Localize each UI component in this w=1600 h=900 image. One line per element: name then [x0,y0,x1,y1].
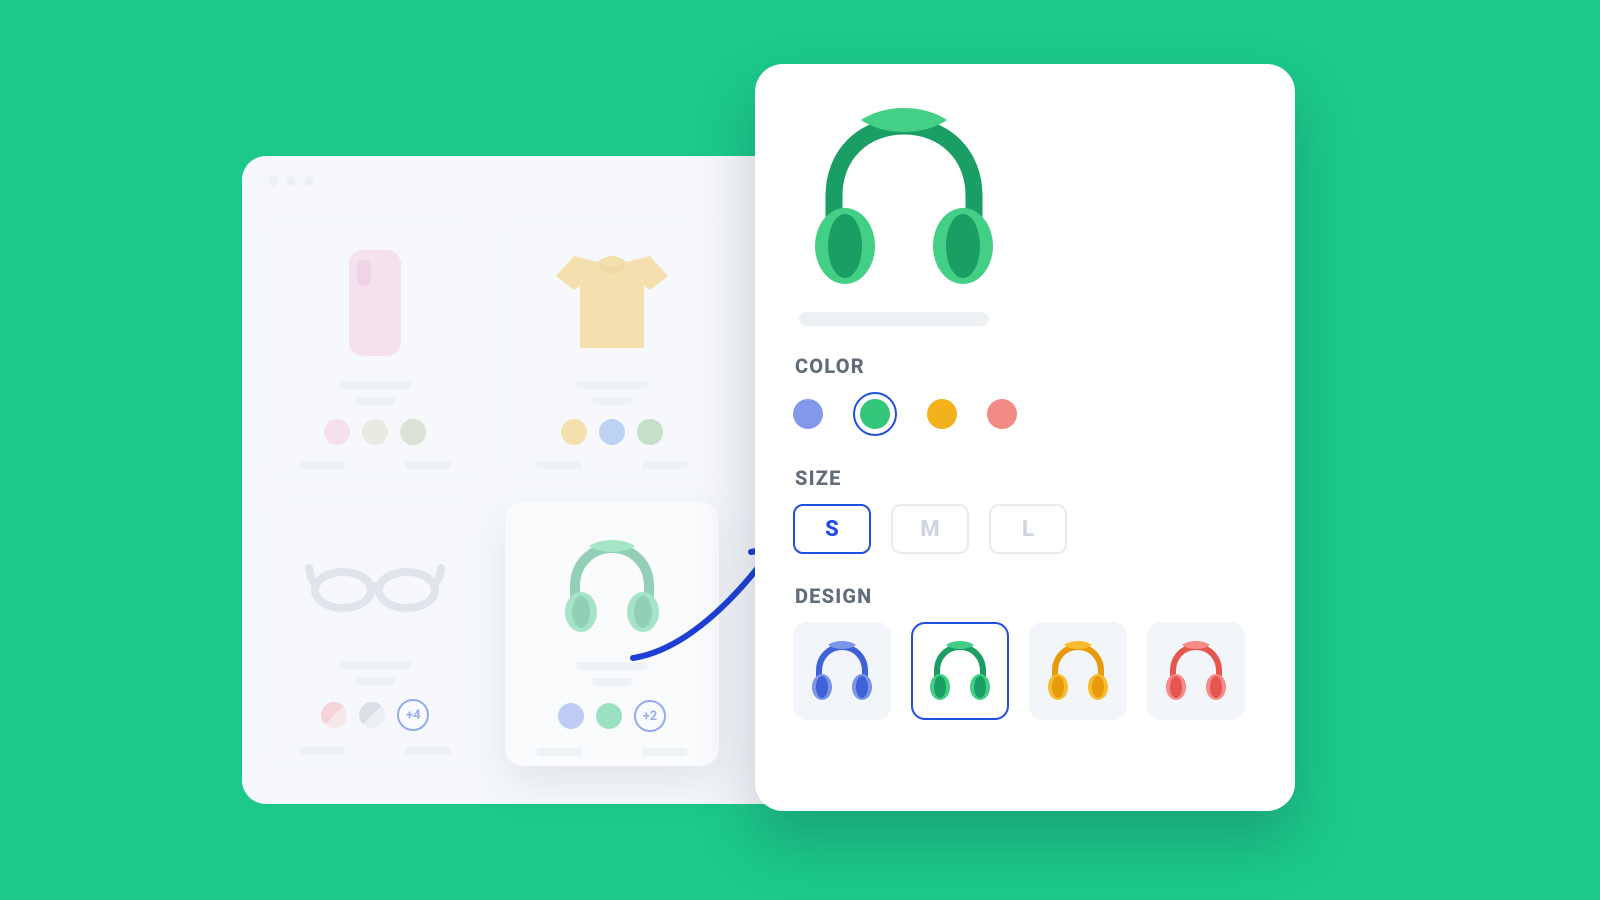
size-options: S M L [793,504,1257,554]
window-dot [304,176,314,186]
color-swatch[interactable] [324,419,350,445]
color-option-green-selected[interactable] [853,392,897,436]
color-option-yellow[interactable] [927,399,957,429]
color-swatch[interactable] [321,702,347,728]
placeholder-line [576,662,648,670]
design-option-blue[interactable] [793,622,891,720]
color-swatch[interactable] [558,703,584,729]
product-card-tshirt[interactable] [505,216,720,480]
swatch-row: +2 [558,700,666,732]
product-card-glasses[interactable]: +4 [268,502,483,766]
placeholder-line [592,678,632,686]
color-options [793,392,1257,436]
tshirt-icon [520,231,705,375]
color-swatch[interactable] [359,702,385,728]
window-controls [268,176,314,186]
product-hero-headphones-icon [799,100,1257,294]
design-option-yellow[interactable] [1029,622,1127,720]
product-card-headphones[interactable]: +2 [505,502,720,766]
placeholder-line [355,397,395,405]
product-detail-panel: COLOR SIZE S M L DESIGN [755,64,1295,811]
placeholder-row [299,747,451,755]
placeholder-line [339,381,411,389]
placeholder-row [536,748,688,756]
design-options [793,622,1257,720]
color-swatch [860,399,890,429]
headphones-icon [519,516,706,656]
window-dot [268,176,278,186]
window-dot [286,176,296,186]
placeholder-line [339,661,411,669]
section-label-size: SIZE [795,466,1257,490]
swatch-row [324,419,426,445]
design-option-green-selected[interactable] [911,622,1009,720]
size-option-l[interactable]: L [989,504,1067,554]
color-swatch[interactable] [596,703,622,729]
section-label-design: DESIGN [795,584,1257,608]
glasses-icon [283,517,468,655]
placeholder-row [536,461,688,469]
color-option-blue[interactable] [793,399,823,429]
color-swatch[interactable] [362,419,388,445]
design-option-red[interactable] [1147,622,1245,720]
size-option-m[interactable]: M [891,504,969,554]
size-option-s[interactable]: S [793,504,871,554]
placeholder-row [299,461,451,469]
color-swatch[interactable] [637,419,663,445]
placeholder-line [592,397,632,405]
section-label-color: COLOR [795,354,1257,378]
color-swatch[interactable] [599,419,625,445]
product-title-placeholder [799,312,989,326]
more-swatches-badge[interactable]: +4 [397,699,429,731]
placeholder-line [576,381,648,389]
more-swatches-badge[interactable]: +2 [634,700,666,732]
color-option-pink[interactable] [987,399,1017,429]
color-swatch[interactable] [400,419,426,445]
product-card-phone-case[interactable] [268,216,483,480]
placeholder-line [355,677,395,685]
swatch-row [561,419,663,445]
phone-case-icon [283,231,468,375]
swatch-row: +4 [321,699,429,731]
color-swatch[interactable] [561,419,587,445]
